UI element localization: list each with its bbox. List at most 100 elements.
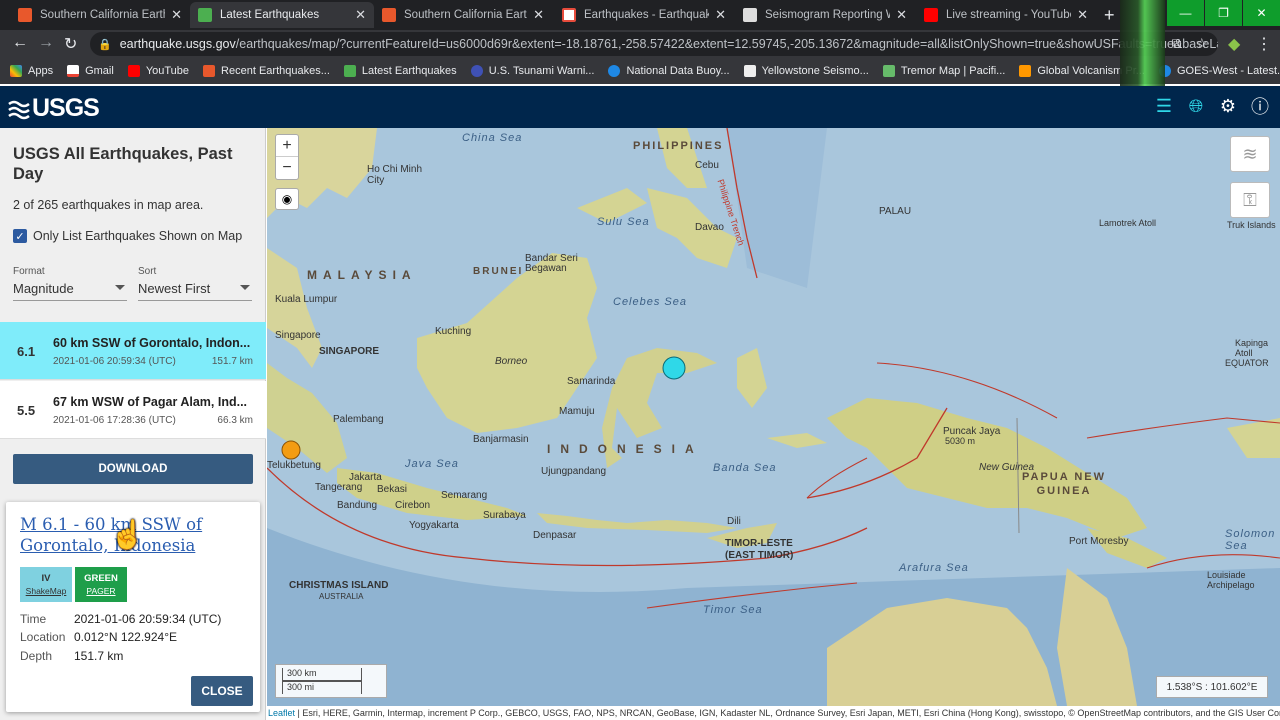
- shakemap-link[interactable]: ShakeMap: [26, 586, 67, 596]
- map-label-city: Surabaya: [483, 510, 526, 521]
- bookmark-apps[interactable]: Apps: [10, 65, 53, 77]
- close-tab-icon[interactable]: ✕: [533, 7, 544, 23]
- extension-icon[interactable]: ◆: [1228, 34, 1240, 54]
- map-attribution: Leaflet | Esri, HERE, Garmin, Intermap, …: [266, 706, 1280, 720]
- tab-seismogram[interactable]: Seismogram Reporting Wrap ✕: [735, 2, 915, 28]
- map-label-country: PAPUA NEW GUINEA: [1022, 471, 1106, 497]
- layers-icon[interactable]: ≋: [1230, 136, 1270, 172]
- close-tab-icon[interactable]: ✕: [171, 7, 182, 23]
- depth-label: Depth: [20, 649, 53, 663]
- bookmark-tsunami[interactable]: U.S. Tsunami Warni...: [470, 65, 595, 77]
- reload-icon[interactable]: ↻: [64, 34, 77, 54]
- youtube-favicon-icon: [924, 8, 938, 22]
- bookmark-label: Latest Earthquakes: [361, 65, 457, 77]
- globe-view-icon[interactable]: ◉: [275, 188, 299, 210]
- map-label-city: Cirebon: [395, 500, 431, 511]
- usgs-wave-icon: [8, 100, 30, 119]
- map-label-city: Bandung: [337, 500, 378, 511]
- earthquake-list-item[interactable]: 5.5 67 km WSW of Pagar Alam, Ind... 2021…: [0, 381, 266, 439]
- url-domain: earthquake.usgs.gov: [119, 37, 236, 51]
- cursor-coordinates: 1.538°S : 101.602°E: [1156, 676, 1268, 698]
- forward-arrow-icon[interactable]: →: [38, 34, 54, 52]
- map-label-country: AUSTRALIA: [319, 592, 364, 601]
- globe-icon[interactable]: 🌐︎: [1186, 96, 1206, 116]
- bookmark-buoy[interactable]: National Data Buoy...: [608, 65, 730, 77]
- map-label-country: (EAST TIMOR): [725, 550, 794, 561]
- tab-youtube-studio[interactable]: Live streaming - YouTube Stu ✕: [916, 2, 1096, 28]
- key-icon[interactable]: ⚿: [1230, 182, 1270, 218]
- bookmark-label: Apps: [28, 65, 54, 77]
- earthquake-marker-m5-5[interactable]: [281, 440, 301, 460]
- earthquake-map[interactable]: China Sea PHILIPPINES Cebu Ho Chi Minh C…: [267, 128, 1280, 706]
- list-title: USGS All Earthquakes, Past Day: [13, 145, 233, 183]
- bookmark-youtube[interactable]: YouTube: [127, 65, 189, 77]
- close-tab-icon[interactable]: ✕: [1077, 7, 1088, 23]
- earthquake-marker-m6-1[interactable]: [662, 356, 686, 380]
- zoom-out-button[interactable]: −: [276, 157, 298, 179]
- new-tab-icon[interactable]: +: [1104, 5, 1115, 26]
- map-label-city: Tangerang: [315, 482, 363, 493]
- tab-earthquake-tools[interactable]: Earthquakes - Earthquake to ✕: [554, 2, 734, 28]
- eq-magnitude: 5.5: [17, 403, 36, 418]
- map-label-island: Kapinga Atoll: [1235, 338, 1269, 358]
- bookmark-star-icon[interactable]: ☆: [1195, 35, 1208, 52]
- menu-kebab-icon[interactable]: ⋮: [1256, 34, 1272, 54]
- close-button[interactable]: CLOSE: [191, 676, 253, 706]
- time-label: Time: [20, 612, 47, 626]
- seismo-icon: [743, 65, 756, 77]
- format-select[interactable]: Magnitude: [13, 281, 127, 301]
- bookmark-recent-earthquakes[interactable]: Recent Earthquakes...: [203, 65, 330, 77]
- noaa-icon: [470, 65, 483, 77]
- zoom-in-button[interactable]: +: [276, 135, 298, 157]
- pager-badge[interactable]: GREEN PAGER: [75, 567, 127, 602]
- checkbox-checked-icon[interactable]: ✓: [13, 229, 27, 243]
- tab-title: Earthquakes - Earthquake to: [584, 9, 710, 21]
- leaflet-link[interactable]: Leaflet: [268, 708, 295, 718]
- pager-link[interactable]: PAGER: [86, 586, 115, 596]
- bookmark-gmail[interactable]: Gmail: [67, 65, 114, 77]
- help-icon[interactable]: ⓘ: [1250, 96, 1270, 117]
- download-button[interactable]: DOWNLOAD: [13, 454, 253, 484]
- map-label-city: Port Moresby: [1069, 536, 1129, 547]
- sort-select-group: Sort Newest First: [138, 266, 252, 301]
- map-label-city: Kuala Lumpur: [275, 294, 338, 305]
- tab-latest-earthquakes[interactable]: Latest Earthquakes ✕: [190, 2, 374, 28]
- tab-socal-earthquakes-2[interactable]: Southern California Earthqu ✕: [374, 2, 552, 28]
- attribution-text: | Esri, HERE, Garmin, Intermap, incremen…: [295, 708, 1280, 718]
- checkbox-label: Only List Earthquakes Shown on Map: [33, 229, 243, 243]
- apps-icon: [10, 65, 22, 77]
- open-external-icon[interactable]: ⧉: [1171, 35, 1181, 52]
- bookmark-label: U.S. Tsunami Warni...: [488, 65, 595, 77]
- close-tab-icon[interactable]: ✕: [896, 7, 907, 23]
- only-list-shown-checkbox[interactable]: ✓ Only List Earthquakes Shown on Map: [13, 229, 242, 243]
- close-tab-icon[interactable]: ✕: [715, 7, 726, 23]
- bookmark-tremor[interactable]: Tremor Map | Pacifi...: [882, 65, 1005, 77]
- bookmark-yellowstone[interactable]: Yellowstone Seismo...: [743, 65, 869, 77]
- gear-icon[interactable]: ⚙: [1218, 96, 1238, 116]
- map-label-city: Mamuju: [559, 406, 595, 417]
- back-arrow-icon[interactable]: ←: [12, 34, 28, 52]
- map-label-city: Ho Chi Minh City: [367, 164, 423, 186]
- map-label-sea: Timor Sea: [703, 604, 763, 616]
- tab-socal-earthquakes-1[interactable]: Southern California Earthqua ✕: [10, 2, 190, 28]
- earthquake-count: 2 of 265 earthquakes in map area.: [13, 198, 204, 212]
- map-label-country: MALAYSIA: [307, 268, 417, 282]
- close-window-icon[interactable]: ✕: [1243, 0, 1280, 26]
- map-label-island: Borneo: [495, 356, 528, 367]
- earthquake-list-item[interactable]: 6.1 60 km SSW of Gorontalo, Indon... 202…: [0, 322, 266, 380]
- map-label-island: Louisiade Archipelago: [1207, 570, 1255, 590]
- browser-window: Southern California Earthqua ✕ Latest Ea…: [0, 0, 1280, 720]
- sort-select[interactable]: Newest First: [138, 281, 252, 301]
- minimize-icon[interactable]: —: [1167, 0, 1204, 26]
- zoom-control: + −: [275, 134, 299, 180]
- address-bar[interactable]: 🔒 earthquake.usgs.gov/earthquakes/map/?c…: [90, 32, 1218, 56]
- tab-strip: Southern California Earthqua ✕ Latest Ea…: [0, 0, 1280, 30]
- restore-icon[interactable]: ❐: [1205, 0, 1242, 26]
- usgs-logo[interactable]: USGS: [8, 94, 100, 123]
- close-tab-icon[interactable]: ✕: [355, 7, 366, 23]
- shakemap-badge[interactable]: IV ShakeMap: [20, 567, 72, 602]
- bookmark-latest-earthquakes[interactable]: Latest Earthquakes: [343, 65, 457, 77]
- map-label-city: Palembang: [333, 414, 384, 425]
- bookmark-goes[interactable]: GOES-West - Latest...: [1158, 65, 1280, 77]
- list-icon[interactable]: ☰: [1154, 96, 1174, 116]
